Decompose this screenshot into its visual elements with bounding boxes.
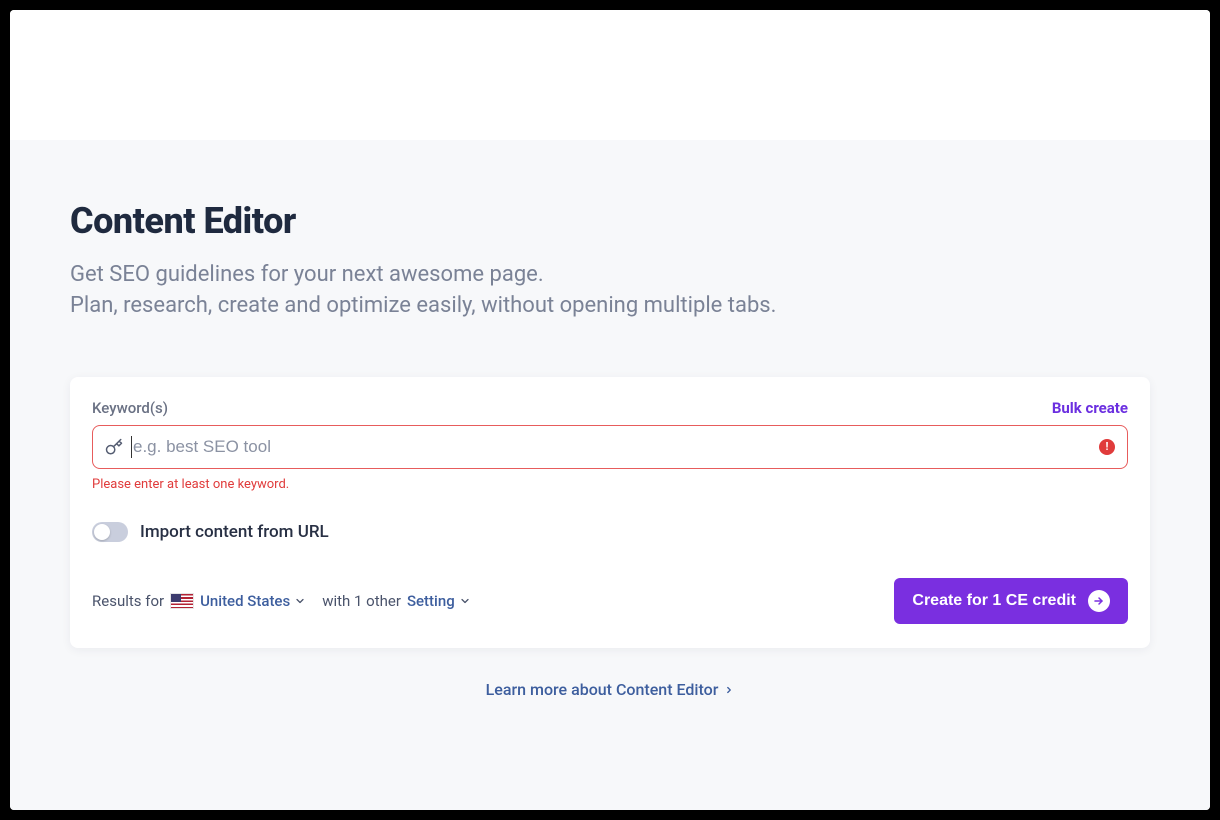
learn-more-link[interactable]: Learn more about Content Editor <box>70 680 1150 699</box>
toggle-knob <box>94 524 110 540</box>
key-icon <box>105 438 123 456</box>
us-flag-icon <box>170 593 194 609</box>
keyword-input[interactable] <box>123 437 1087 457</box>
subtitle-line-2: Plan, research, create and optimize easi… <box>70 291 1150 322</box>
main-content: Content Editor Get SEO guidelines for yo… <box>10 140 1210 810</box>
keyword-label: Keyword(s) <box>92 399 168 417</box>
import-url-toggle[interactable] <box>92 522 128 542</box>
page-title: Content Editor <box>70 200 1150 242</box>
create-button[interactable]: Create for 1 CE credit <box>894 578 1128 624</box>
chevron-down-icon <box>459 595 471 607</box>
chevron-down-icon <box>294 595 306 607</box>
bulk-create-link[interactable]: Bulk create <box>1052 399 1128 417</box>
text-cursor <box>131 436 132 458</box>
import-url-label: Import content from URL <box>140 522 329 542</box>
with-other-text: with 1 other <box>322 592 401 610</box>
country-selector[interactable]: United States <box>200 592 306 610</box>
header-spacer <box>10 10 1210 140</box>
error-message: Please enter at least one keyword. <box>92 477 1128 492</box>
learn-more-text: Learn more about Content Editor <box>486 680 719 699</box>
country-name: United States <box>200 592 290 610</box>
page-subtitle: Get SEO guidelines for your next awesome… <box>70 260 1150 322</box>
setting-selector[interactable]: Setting <box>407 592 471 610</box>
error-icon: ! <box>1099 439 1115 455</box>
chevron-right-icon <box>724 680 734 699</box>
subtitle-line-1: Get SEO guidelines for your next awesome… <box>70 260 1150 291</box>
editor-card: Keyword(s) Bulk create ! Please enter at… <box>70 377 1150 648</box>
results-prefix: Results for <box>92 592 164 610</box>
arrow-right-icon <box>1088 590 1110 612</box>
results-text: Results for United States with 1 other <box>92 592 471 610</box>
create-button-label: Create for 1 CE credit <box>912 592 1076 610</box>
setting-label: Setting <box>407 592 455 610</box>
keyword-input-wrapper[interactable]: ! <box>92 425 1128 469</box>
